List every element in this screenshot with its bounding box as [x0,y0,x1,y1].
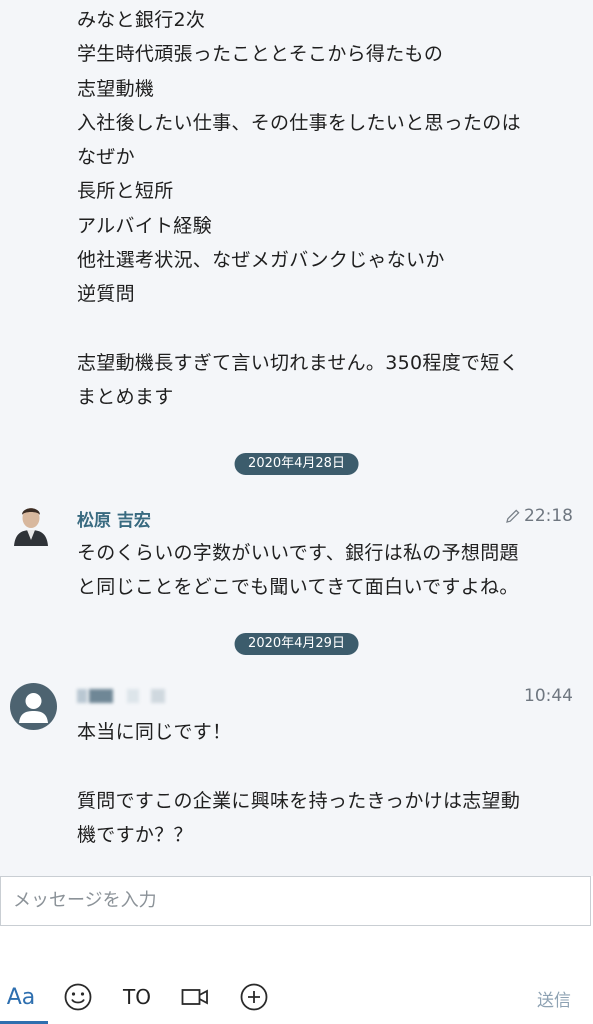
to-mention-button[interactable]: TO [120,982,154,1012]
composer-toolbar: Aa TO 送信 [0,976,593,1024]
message-time-edited: 22:18 [504,506,573,526]
add-attachment-button[interactable] [238,982,270,1012]
default-user-icon [19,693,48,723]
edit-pencil-icon [506,509,520,523]
message-input[interactable]: メッセージを入力 [0,876,591,926]
message-time: 22:18 [524,506,573,526]
send-button[interactable]: 送信 [537,986,571,1011]
avatar[interactable] [11,500,51,546]
plus-circle-icon [240,983,268,1011]
sender-name[interactable]: 松原 吉宏 [77,506,151,531]
user-photo-icon [11,500,51,546]
message-text: 本当に同じです！ 質問ですこの企業に興味を持ったきっかけは志望動 機ですか？？ [77,721,521,846]
date-separator: 2020年4月29日 [234,633,359,655]
emoji-button[interactable] [62,982,94,1012]
video-camera-icon [181,989,208,1005]
sender-name-redacted [77,687,167,705]
smiley-icon [64,983,92,1011]
message-text: みなと銀行2次 学生時代頑張ったこととそこから得たもの 志望動機 入社後したい仕… [77,9,521,409]
video-call-button[interactable] [180,982,210,1012]
message-text: そのくらいの字数がいいです、銀行は私の予想問題 と同じことをどこでも聞いてきて面… [77,542,519,599]
text-format-button[interactable]: Aa [5,982,37,1012]
composer: メッセージを入力 Aa TO 送信 [0,876,593,1024]
chat-timeline[interactable]: みなと銀行2次 学生時代頑張ったこととそこから得たもの 志望動機 入社後したい仕… [0,0,593,876]
avatar[interactable] [10,683,57,730]
date-separator: 2020年4月28日 [234,453,359,475]
message-time: 10:44 [524,686,573,706]
